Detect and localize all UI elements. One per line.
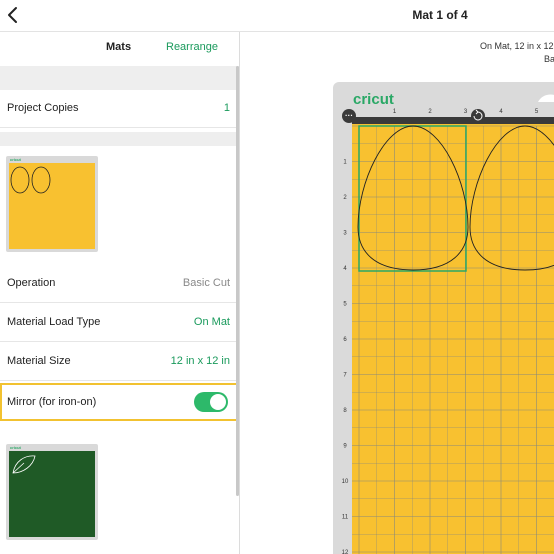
mat-thumbnail-yellow xyxy=(9,163,95,249)
back-button[interactable] xyxy=(6,5,20,25)
project-copies-value[interactable]: 1 xyxy=(224,102,230,114)
top-ruler-bar xyxy=(352,117,554,124)
left-ruler-label: 10 xyxy=(342,479,349,485)
material-size-row[interactable]: Material Size 12 in x 12 in xyxy=(0,343,239,381)
operation-label: Operation xyxy=(7,277,56,289)
mat-info-text-secondary: Ba xyxy=(544,54,554,64)
top-bar: Mat 1 of 4 xyxy=(0,0,554,32)
thumbnail-brand-logo: cricut xyxy=(10,157,21,162)
left-ruler-label: 11 xyxy=(342,515,349,521)
tab-rearrange[interactable]: Rearrange xyxy=(166,41,218,53)
rotate-handle[interactable] xyxy=(471,109,485,123)
project-copies-label: Project Copies xyxy=(7,102,79,114)
mirror-label: Mirror (for iron-on) xyxy=(7,396,97,408)
material-load-type-value[interactable]: On Mat xyxy=(194,316,230,328)
cutting-mat: cricut 12345 1 2 3 4 5 6 7 8 9 10 11 12 ··· xyxy=(333,82,554,554)
design-space-window: Mat 1 of 4 Mats Rearrange Project Copies… xyxy=(0,0,554,554)
operation-row[interactable]: Operation Basic Cut xyxy=(0,265,239,303)
mirror-row[interactable]: Mirror (for iron-on) xyxy=(0,383,238,421)
mirror-toggle[interactable] xyxy=(194,392,228,412)
project-copies-row[interactable]: Project Copies 1 xyxy=(0,90,239,128)
mat-info-text: On Mat, 12 in x 12 xyxy=(480,41,554,51)
mat-thumbnail-1[interactable]: cricut xyxy=(6,156,98,252)
material-size-value[interactable]: 12 in x 12 in xyxy=(171,355,230,367)
toggle-knob xyxy=(210,394,226,410)
mat-brand-logo: cricut xyxy=(353,91,394,108)
mats-panel: Mats Rearrange Project Copies 1 cricut O… xyxy=(0,32,240,554)
page-title: Mat 1 of 4 xyxy=(412,8,468,22)
more-icon: ··· xyxy=(345,111,353,120)
mats-panel-header: Mats Rearrange xyxy=(0,32,239,66)
operation-value[interactable]: Basic Cut xyxy=(183,277,230,289)
section-divider xyxy=(0,132,239,146)
material-load-type-row[interactable]: Material Load Type On Mat xyxy=(0,304,239,342)
material-load-type-label: Material Load Type xyxy=(7,316,101,328)
material-size-label: Material Size xyxy=(7,355,71,367)
mat-thumbnail-green xyxy=(9,451,95,537)
chevron-left-icon xyxy=(8,7,17,23)
thumbnail-brand-logo: cricut xyxy=(10,445,21,450)
cutting-mat-svg: cricut 12345 123456789101112 ··· xyxy=(333,82,554,554)
scrollbar[interactable] xyxy=(236,66,239,496)
mat-thumbnail-2[interactable]: cricut xyxy=(6,444,98,540)
tab-mats[interactable]: Mats xyxy=(106,41,131,53)
left-ruler-label: 12 xyxy=(342,550,349,554)
mat-canvas: On Mat, 12 in x 12 Ba cricut 12345 12345… xyxy=(241,32,554,554)
